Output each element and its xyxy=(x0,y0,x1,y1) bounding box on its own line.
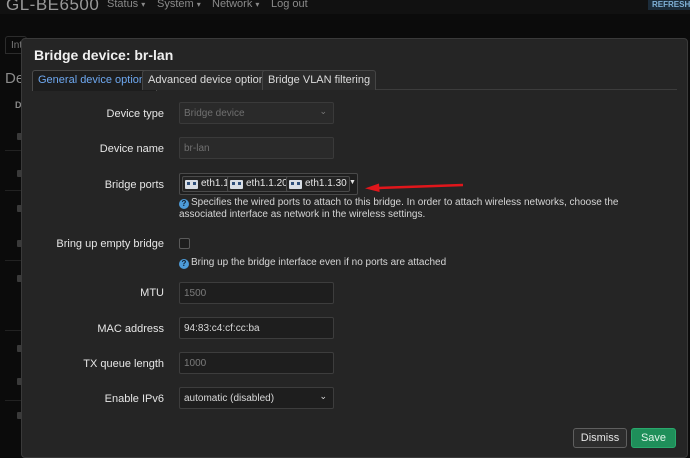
port-chip-eth1-1-30[interactable]: eth1.1.30 xyxy=(286,176,350,192)
device-name-field[interactable]: br-lan xyxy=(179,137,334,159)
chevron-down-icon: ⌄ xyxy=(319,106,327,116)
top-navbar: GL-BE6500 Status ▾ System ▾ Network ▾ Log o… xyxy=(0,0,690,14)
tab-advanced-device-options[interactable]: Advanced device options xyxy=(142,70,277,90)
bridge-device-dialog: Bridge device: br-lan General device opt… xyxy=(21,38,688,458)
tab-general-device-options[interactable]: General device options xyxy=(32,70,157,91)
bring-up-empty-bridge-label: Bring up empty bridge xyxy=(56,238,164,250)
bridge-ports-dropdown[interactable]: eth1.1 eth1.1.20 eth1.1.30 ▼ xyxy=(179,173,358,195)
port-chip-eth1-1[interactable]: eth1.1 xyxy=(182,176,232,192)
port-chip-eth1-1-20[interactable]: eth1.1.20 xyxy=(227,176,291,192)
device-type-select[interactable]: Bridge device ⌄ xyxy=(179,102,334,124)
device-name-label: Device name xyxy=(99,143,164,155)
brand-title: GL-BE6500 xyxy=(6,0,100,14)
ethernet-port-icon xyxy=(185,180,198,189)
red-arrow-annotation xyxy=(365,183,464,192)
tx-queue-length-input[interactable]: 1000 xyxy=(179,352,334,374)
refresh-badge[interactable]: REFRESHI xyxy=(648,0,690,10)
mtu-input[interactable]: 1500 xyxy=(179,282,334,304)
ethernet-port-icon xyxy=(230,180,243,189)
nav-system[interactable]: System ▾ xyxy=(157,0,201,10)
nav-status[interactable]: Status ▾ xyxy=(107,0,145,10)
nav-network[interactable]: Network ▾ xyxy=(212,0,259,10)
nav-logout[interactable]: Log out xyxy=(271,0,308,10)
bridge-ports-label: Bridge ports xyxy=(104,179,164,191)
help-circle-icon: ? xyxy=(179,259,189,269)
chevron-down-icon: ▾ xyxy=(141,0,146,9)
ethernet-port-icon xyxy=(289,180,302,189)
dismiss-button[interactable]: Dismiss xyxy=(573,428,627,448)
enable-ipv6-select[interactable]: automatic (disabled) ⌄ xyxy=(179,387,334,409)
tx-queue-length-label: TX queue length xyxy=(83,358,164,370)
mac-address-input[interactable]: 94:83:c4:cf:cc:ba xyxy=(179,317,334,339)
save-button[interactable]: Save xyxy=(631,428,676,448)
bridge-ports-hint: ? Specifies the wired ports to attach to … xyxy=(179,197,619,220)
enable-ipv6-label: Enable IPv6 xyxy=(104,393,164,405)
dialog-tabs: General device options Advanced device o… xyxy=(32,70,677,91)
chevron-down-icon: ⌄ xyxy=(319,391,327,401)
chevron-down-icon: ▾ xyxy=(196,0,201,9)
tab-bridge-vlan-filtering[interactable]: Bridge VLAN filtering xyxy=(262,70,377,90)
caret-down-icon: ▼ xyxy=(349,179,356,186)
mac-address-label: MAC address xyxy=(97,323,164,335)
device-type-label: Device type xyxy=(106,108,164,120)
help-circle-icon: ? xyxy=(179,199,189,209)
bring-up-empty-bridge-hint: ? Bring up the bridge interface even if n… xyxy=(179,257,659,269)
bring-up-empty-bridge-checkbox[interactable] xyxy=(179,238,190,249)
mtu-label: MTU xyxy=(140,287,164,299)
dialog-title: Bridge device: br-lan xyxy=(34,47,174,63)
chevron-down-icon: ▾ xyxy=(255,0,260,9)
